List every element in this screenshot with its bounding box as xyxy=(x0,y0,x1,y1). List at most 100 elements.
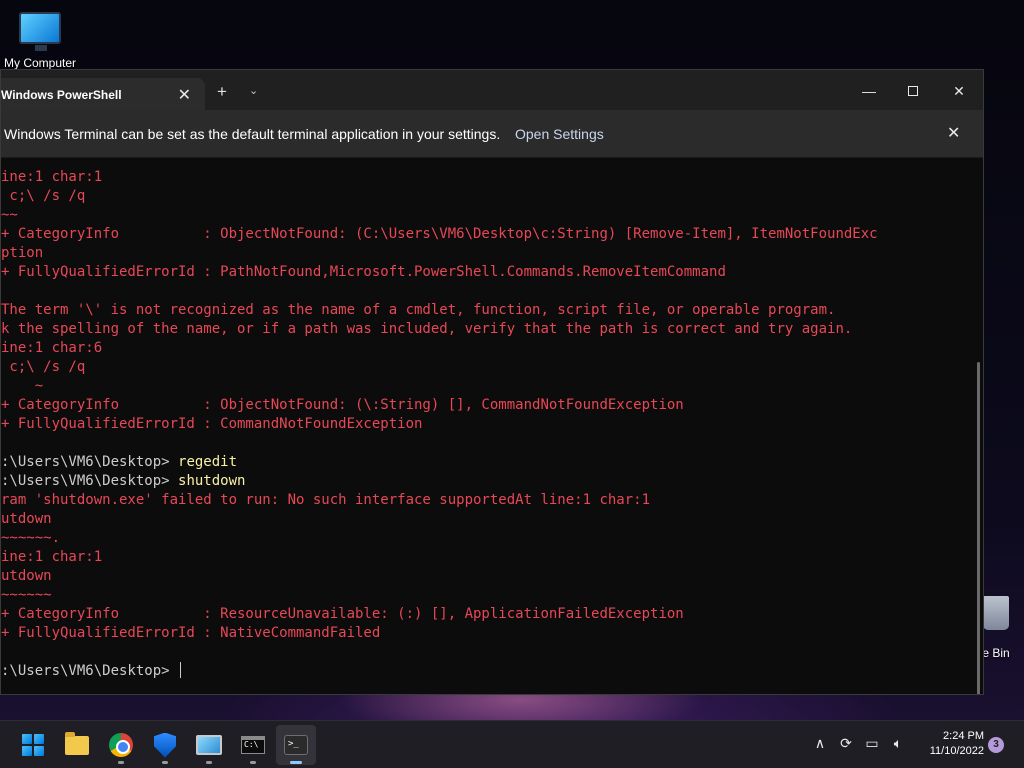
output-text: ~~~~~~. xyxy=(1,530,61,546)
recycle-bin-icon xyxy=(983,596,1009,630)
prompt-path: :\Users\VM6\Desktop> xyxy=(1,454,179,470)
output-line: c;\ /s /q xyxy=(1,187,975,206)
output-text: ption xyxy=(1,245,44,261)
output-text: + FullyQualifiedErrorId : PathNotFound,M… xyxy=(1,264,726,280)
minimize-button[interactable]: — xyxy=(847,78,891,104)
output-line: + FullyQualifiedErrorId : CommandNotFoun… xyxy=(1,415,975,434)
prompt-line: :\Users\VM6\Desktop> shutdown xyxy=(1,472,975,491)
output-text: + CategoryInfo : ObjectNotFound: (\:Stri… xyxy=(1,397,684,413)
output-line: c;\ /s /q xyxy=(1,358,975,377)
chrome-icon xyxy=(109,733,133,757)
output-text: c;\ /s /q xyxy=(1,359,86,375)
taskbar-command-prompt[interactable]: C:\ xyxy=(233,725,273,765)
taskbar-remote-desktop[interactable] xyxy=(189,725,229,765)
taskbar-security[interactable] xyxy=(145,725,185,765)
computer-icon xyxy=(19,12,61,51)
output-line: ~~~~~~. xyxy=(1,529,975,548)
output-text: ~~~~~~ xyxy=(1,587,52,603)
clock[interactable]: 2:24 PM 11/10/2022 xyxy=(912,729,984,759)
output-text: utdown xyxy=(1,568,52,584)
folder-icon xyxy=(65,731,89,755)
output-text: k the spelling of the name, or if a path… xyxy=(1,321,853,337)
output-text: c;\ /s /q xyxy=(1,188,86,204)
output-line: ~~ xyxy=(1,206,975,225)
new-tab-button[interactable]: + xyxy=(217,82,227,102)
output-text: + FullyQualifiedErrorId : NativeCommandF… xyxy=(1,625,381,641)
taskbar-file-explorer[interactable] xyxy=(57,725,97,765)
output-text: utdown xyxy=(1,511,52,527)
prompt-path: :\Users\VM6\Desktop> xyxy=(1,473,179,489)
start-button[interactable] xyxy=(13,725,53,765)
taskbar-chrome[interactable] xyxy=(101,725,141,765)
network-icon[interactable]: ▭ xyxy=(862,735,882,752)
maximize-icon xyxy=(908,86,918,96)
output-text: + CategoryInfo : ObjectNotFound: (C:\Use… xyxy=(1,226,878,242)
chevron-up-icon[interactable]: ∧ xyxy=(810,735,830,752)
output-line: + CategoryInfo : ResourceUnavailable: (:… xyxy=(1,605,975,624)
notification-badge[interactable]: 3 xyxy=(988,737,1004,753)
output-line: ine:1 char:1 xyxy=(1,548,975,567)
start-icon xyxy=(22,734,44,756)
output-text: ine:1 char:1 xyxy=(1,169,103,185)
output-text: + FullyQualifiedErrorId : CommandNotFoun… xyxy=(1,416,423,432)
prompt-line: :\Users\VM6\Desktop> regedit xyxy=(1,453,975,472)
chevron-down-icon[interactable]: ⌄ xyxy=(249,84,258,97)
default-terminal-infobar: Windows Terminal can be set as the defau… xyxy=(1,110,983,158)
output-line: ~ xyxy=(1,377,975,396)
infobar-message: Windows Terminal can be set as the defau… xyxy=(4,126,501,142)
prompt-line: :\Users\VM6\Desktop> xyxy=(1,662,975,681)
taskbar: C:\ >_ ∧ ⟳ ▭ 🔈︎ 2:24 PM 11/10/2022 3 xyxy=(0,720,1024,768)
shield-icon xyxy=(154,732,176,758)
terminal-icon: >_ xyxy=(284,735,308,755)
desktop-icon-my-computer[interactable]: My Computer xyxy=(0,8,80,70)
output-text: ~ xyxy=(1,378,44,394)
output-line: utdown xyxy=(1,510,975,529)
output-line: + CategoryInfo : ObjectNotFound: (\:Stri… xyxy=(1,396,975,415)
prompt-path: :\Users\VM6\Desktop> xyxy=(1,663,179,679)
output-text: ine:1 char:1 xyxy=(1,549,103,565)
output-line: ine:1 char:1 xyxy=(1,168,975,187)
clock-time: 2:24 PM xyxy=(943,730,984,742)
output-line: utdown xyxy=(1,567,975,586)
tab-powershell[interactable]: Windows PowerShell ✕ xyxy=(1,78,205,110)
output-text: ram 'shutdown.exe' failed to run: No suc… xyxy=(1,492,651,508)
output-text: + CategoryInfo : ResourceUnavailable: (:… xyxy=(1,606,684,622)
output-text: The term '\' is not recognized as the na… xyxy=(1,302,836,318)
output-line: The term '\' is not recognized as the na… xyxy=(1,301,975,320)
scrollbar[interactable] xyxy=(977,362,980,694)
running-indicator xyxy=(118,761,124,764)
output-line: + FullyQualifiedErrorId : PathNotFound,M… xyxy=(1,263,975,282)
output-line: ~~~~~~ xyxy=(1,586,975,605)
output-line: + CategoryInfo : ObjectNotFound: (C:\Use… xyxy=(1,225,975,244)
command-prompt-icon: C:\ xyxy=(241,736,265,754)
output-line: ram 'shutdown.exe' failed to run: No suc… xyxy=(1,491,975,510)
desktop-icon-label: My Computer xyxy=(3,56,77,70)
output-line: ption xyxy=(1,244,975,263)
taskbar-terminal[interactable]: >_ xyxy=(276,725,316,765)
output-line: + FullyQualifiedErrorId : NativeCommandF… xyxy=(1,624,975,643)
volume-icon[interactable]: 🔈︎ xyxy=(888,735,908,752)
running-indicator xyxy=(206,761,212,764)
remote-desktop-icon xyxy=(196,735,222,755)
active-indicator xyxy=(290,761,302,764)
open-settings-link[interactable]: Open Settings xyxy=(515,126,604,142)
command-text: shutdown xyxy=(178,473,246,489)
command-text: regedit xyxy=(178,454,238,470)
close-infobar-icon[interactable]: ✕ xyxy=(947,123,960,143)
output-line: k the spelling of the name, or if a path… xyxy=(1,320,975,339)
sync-icon[interactable]: ⟳ xyxy=(836,735,856,752)
terminal-window: Windows PowerShell ✕ + ⌄ — ✕ Windows Ter… xyxy=(0,69,984,695)
text-cursor xyxy=(180,662,182,678)
close-tab-icon[interactable]: ✕ xyxy=(178,85,191,105)
close-window-button[interactable]: ✕ xyxy=(937,78,981,104)
running-indicator xyxy=(162,761,168,764)
output-text: ine:1 char:6 xyxy=(1,340,103,356)
console-output[interactable]: ine:1 char:1 c;\ /s /q ~~ + CategoryInfo :… xyxy=(1,158,975,694)
title-bar[interactable]: Windows PowerShell ✕ + ⌄ — ✕ xyxy=(1,70,983,110)
clock-date: 11/10/2022 xyxy=(929,745,984,757)
maximize-button[interactable] xyxy=(891,78,935,104)
tab-title: Windows PowerShell xyxy=(1,88,122,102)
